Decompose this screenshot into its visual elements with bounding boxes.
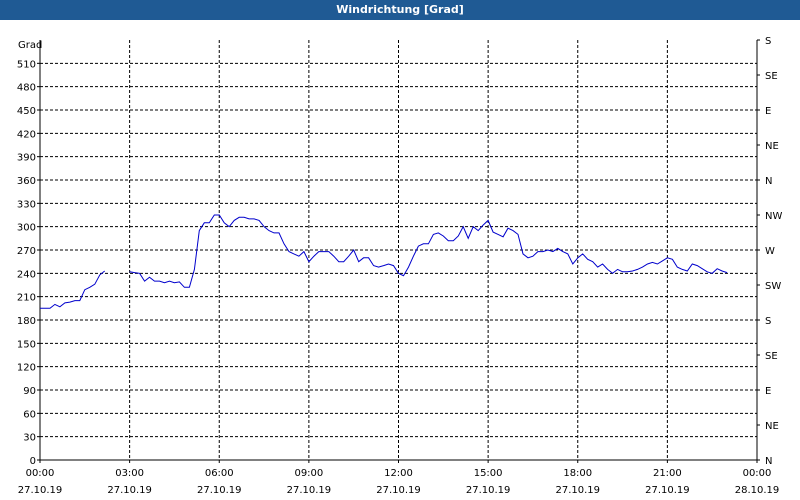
x-tick-time: 09:00 [294,468,323,479]
y-axis-label: Grad [18,40,42,51]
right-tick-label: SE [765,71,778,82]
x-tick-time: 00:00 [26,468,55,479]
y-tick-label: 450 [17,106,36,117]
right-tick-label: NE [765,141,779,152]
x-tick-date: 27.10.19 [287,485,332,496]
right-tick-label: E [765,106,771,117]
x-tick-date: 28.10.19 [735,485,780,496]
y-tick-label: 0 [30,456,36,467]
x-tick-date: 27.10.19 [197,485,242,496]
right-tick-label: W [765,246,775,257]
y-tick-label: 480 [17,83,36,94]
right-tick-label: N [765,176,772,187]
grid-lines [40,40,757,460]
x-tick-date: 27.10.19 [555,485,600,496]
right-tick-label: S [765,36,771,47]
y-tick-label: 270 [17,246,36,257]
x-tick-time: 12:00 [384,468,413,479]
right-tick-label: NW [765,211,782,222]
y-tick-label: 360 [17,176,36,187]
series-line [40,270,106,309]
right-tick-label: N [765,456,772,467]
right-tick-label: NE [765,421,779,432]
y-tick-label: 510 [17,59,36,70]
wind-direction-chart: 0 30 60 90 120 150 180 210 240 270 300 330 360 390 420… [17,36,783,496]
x-tick-time: 00:00 [743,468,772,479]
x-tick-date: 27.10.19 [107,485,152,496]
right-tick-label: SW [765,281,781,292]
y-tick-label: 180 [17,316,36,327]
y-tick-label: 60 [23,409,36,420]
x-tick-date: 27.10.19 [645,485,690,496]
y-tick-label: 120 [17,363,36,374]
x-tick-time: 21:00 [653,468,682,479]
y-tick-label: 420 [17,129,36,140]
y-tick-label: 150 [17,339,36,350]
y-tick-label: 210 [17,293,36,304]
x-tick-time: 15:00 [474,468,503,479]
series-lines [40,214,728,309]
x-tick-time: 03:00 [115,468,144,479]
x-tick-date: 27.10.19 [376,485,421,496]
right-tick-label: S [765,316,771,327]
y-tick-label: 90 [23,386,36,397]
y-tick-label: 300 [17,223,36,234]
y-tick-label: 240 [17,269,36,280]
x-tick-date: 27.10.19 [18,485,63,496]
right-tick-label: SE [765,351,778,362]
x-tick-date: 27.10.19 [466,485,511,496]
y-tick-label: 30 [23,433,36,444]
y-tick-label: 390 [17,153,36,164]
right-tick-label: E [765,386,771,397]
x-tick-time: 18:00 [563,468,592,479]
y-tick-label: 330 [17,199,36,210]
x-tick-time: 06:00 [205,468,234,479]
